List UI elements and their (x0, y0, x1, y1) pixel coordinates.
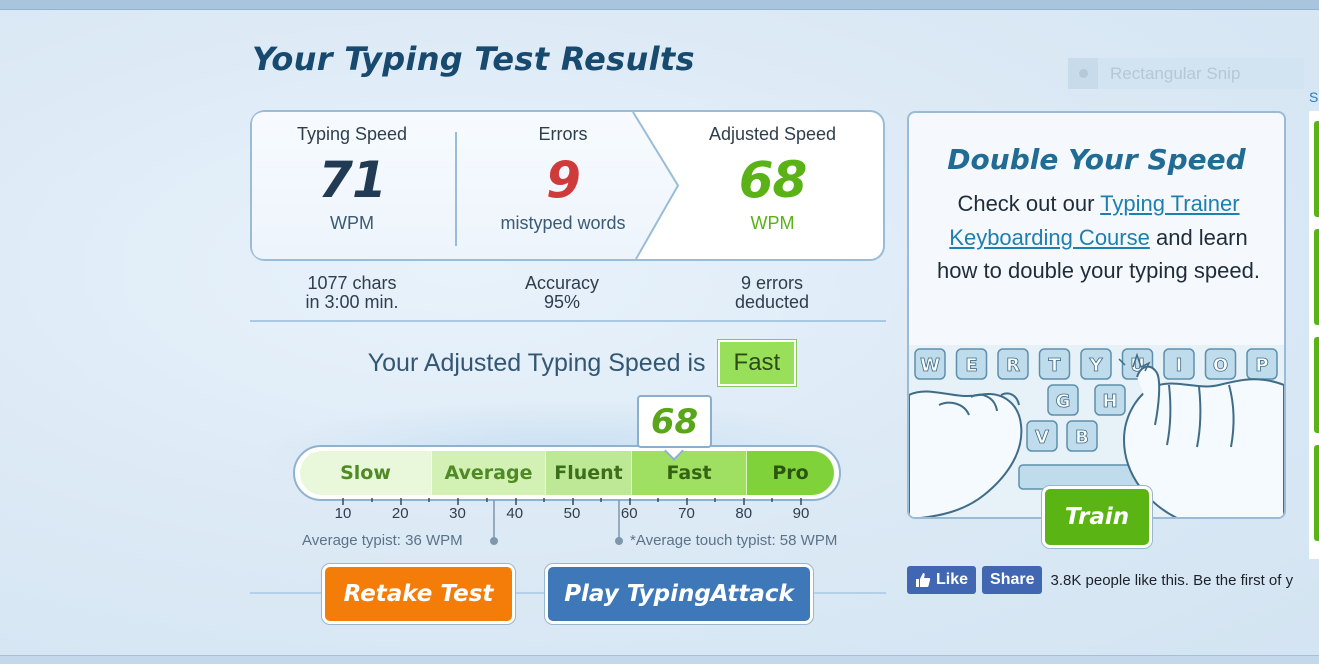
keyboard-key-label: T (1048, 355, 1061, 376)
adjusted-speed-stat: Adjusted Speed 68 WPM (670, 124, 875, 234)
adjusted-speed-value: 68 (738, 151, 808, 209)
divider-top (250, 320, 886, 322)
scale-tick-label: 60 (620, 505, 638, 522)
top-strip (0, 0, 1319, 10)
results-panel: Typing Speed 71 WPM Errors 9 mistyped wo… (250, 110, 885, 261)
errors-value: 9 (546, 151, 581, 209)
keyboard-key-label: E (965, 355, 977, 376)
keyboard-key-label: G (1056, 391, 1071, 412)
scale-tick-label: 40 (506, 505, 524, 522)
facebook-like-count-text: 3.8K people like this. Be the first of y (1050, 571, 1294, 589)
speed-scale: Slow Average Fluent Fast Pro (293, 445, 841, 501)
deducted-count: 9 errors (740, 273, 803, 293)
scale-segment-fast: Fast (632, 451, 747, 495)
keyboard-key-label: B (1075, 427, 1089, 448)
errors-label: Errors (538, 124, 588, 144)
keyboard-key-label: R (1006, 355, 1020, 376)
speed-rating-text: Your Adjusted Typing Speed is (367, 348, 706, 377)
deducted-label: deducted (734, 292, 810, 312)
scale-tick-label: 50 (563, 505, 581, 522)
edge-heading-fragment: S (1309, 89, 1319, 105)
thumbs-up-icon (916, 573, 931, 587)
errors-unit: mistyped words (500, 213, 626, 233)
bottom-strip (0, 655, 1319, 664)
adjusted-speed-unit: WPM (750, 213, 795, 233)
promo-text-before: Check out our (957, 191, 1101, 216)
accuracy-detail: Accuracy 95% (462, 274, 662, 312)
promo-title: Double Your Speed (947, 143, 1246, 176)
keyboard-key-label: V (1035, 427, 1049, 448)
facebook-like-button[interactable]: Like (907, 566, 977, 594)
facebook-share-button[interactable]: Share (982, 566, 1043, 594)
chars-count: 1077 chars (307, 273, 397, 293)
side-tab-2[interactable] (1314, 229, 1319, 325)
scale-segment-fluent: Fluent (546, 451, 632, 495)
promo-text: Check out our Typing Trainer Keyboarding … (931, 187, 1266, 288)
snip-mode-icon[interactable] (1068, 58, 1098, 89)
chars-detail: 1077 chars in 3:00 min. (252, 274, 452, 312)
page-title: Your Typing Test Results (252, 40, 695, 78)
speed-rating: Your Adjusted Typing Speed is Fast (250, 338, 886, 388)
keyboard-key-label: W (920, 355, 940, 376)
deducted-detail: 9 errors deducted (672, 274, 872, 312)
scale-segment-pro: Pro (747, 451, 834, 495)
speed-marker: 68 (637, 395, 712, 448)
retake-test-button[interactable]: Retake Test (322, 564, 515, 624)
scale-tick-label: 80 (735, 505, 753, 522)
keyboard-key-label: Y (1088, 355, 1103, 376)
keyboard-row-1: WERTYUIOP (914, 348, 1278, 380)
train-button[interactable]: Train (1042, 486, 1152, 548)
scale-tick-label: 90 (792, 505, 810, 522)
typing-speed-stat: Typing Speed 71 WPM (252, 124, 452, 234)
keyboard-key-label: I (1176, 355, 1183, 376)
facebook-like-label: Like (936, 571, 969, 588)
side-tab-1[interactable] (1314, 121, 1319, 217)
scale-tick-label: 70 (678, 505, 695, 522)
speed-rating-badge: Fast (717, 340, 797, 386)
snip-toolbar[interactable]: Rectangular Snip (1068, 58, 1304, 89)
typing-speed-label: Typing Speed (296, 124, 408, 144)
promo-card: Double Your Speed Check out our Typing T… (907, 111, 1286, 519)
touch-typist-note: *Average touch typist: 58 WPM (630, 532, 838, 549)
errors-stat: Errors 9 mistyped words (458, 124, 668, 234)
scale-segment-average: Average (432, 451, 546, 495)
average-typist-note: Average typist: 36 WPM (302, 532, 463, 549)
adjusted-speed-label: Adjusted Speed (708, 124, 837, 144)
typing-speed-value: 71 (318, 151, 387, 209)
scale-tick-label: 20 (391, 505, 409, 522)
keyboard-key-label: O (1213, 355, 1228, 376)
typing-trainer-link[interactable]: Typing Trainer (1100, 191, 1239, 216)
accuracy-label: Accuracy (524, 273, 600, 293)
keyboard-key-label: H (1102, 391, 1117, 412)
snip-mode-label[interactable]: Rectangular Snip (1110, 64, 1240, 84)
scale-tick-label: 30 (449, 505, 466, 522)
typing-speed-unit: WPM (330, 213, 374, 233)
facebook-social-bar: Like Share 3.8K people like this. Be the… (907, 565, 1293, 595)
side-tab-4[interactable] (1314, 445, 1319, 541)
keyboarding-course-link[interactable]: Keyboarding Course (949, 225, 1150, 250)
accuracy-value: 95% (543, 292, 581, 312)
side-tab-3[interactable] (1314, 337, 1319, 433)
scale-tick-label: 10 (334, 505, 352, 522)
keyboard-key-label: P (1255, 355, 1268, 376)
chars-duration: in 3:00 min. (305, 292, 399, 312)
scale-segment-slow: Slow (300, 451, 432, 495)
play-typingattack-button[interactable]: Play TypingAttack (545, 564, 813, 624)
